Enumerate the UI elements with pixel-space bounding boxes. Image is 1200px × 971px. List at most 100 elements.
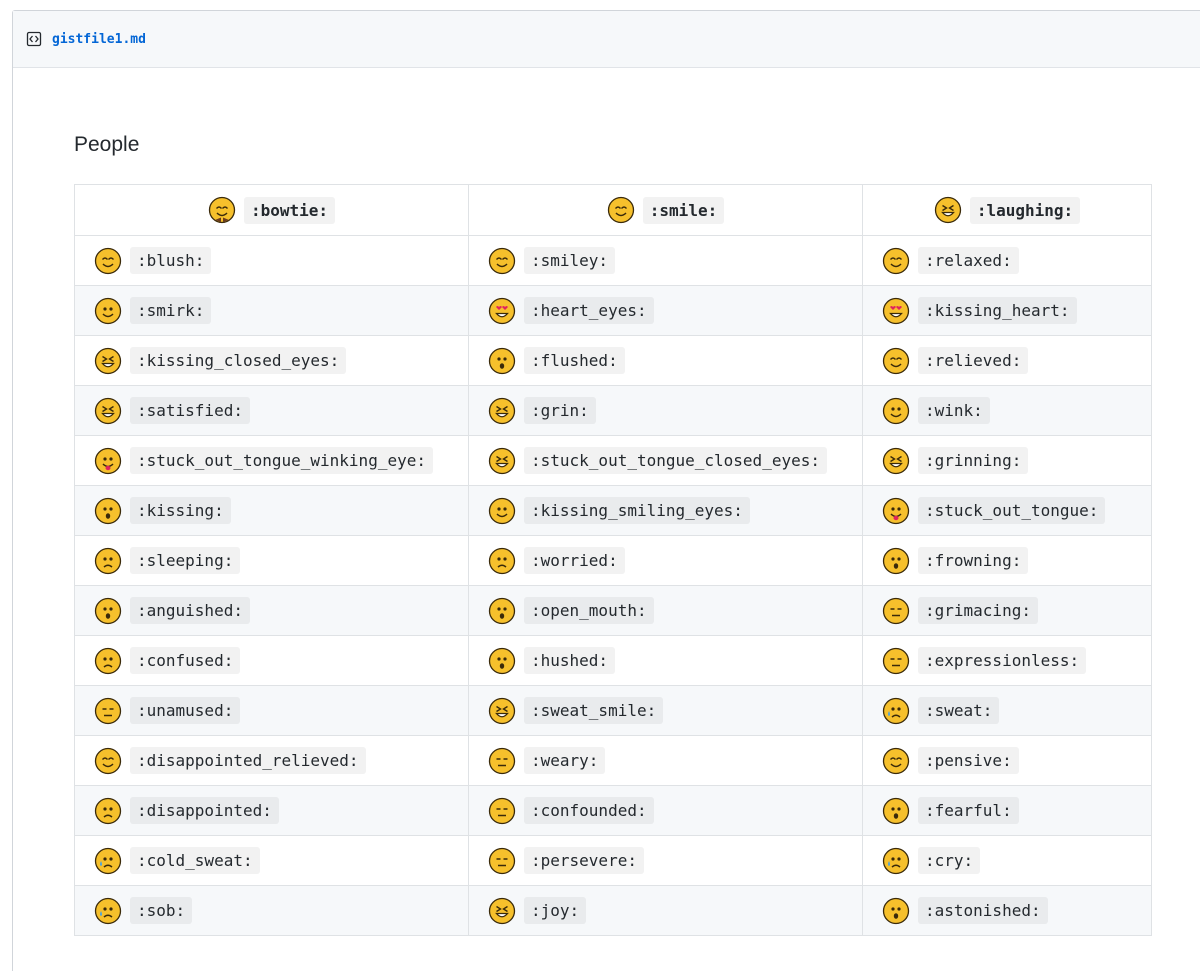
kissing-heart-emoji-icon	[882, 297, 910, 325]
frowning-emoji-icon	[882, 547, 910, 575]
emoji-code: :kissing_smiling_eyes:	[524, 497, 750, 524]
emoji-code: :sweat:	[918, 697, 1000, 724]
anguished-emoji-icon	[94, 597, 122, 625]
table-cell: :sweat_smile:	[468, 685, 863, 736]
emoji-code: :stuck_out_tongue:	[918, 497, 1106, 524]
emoji-code: :disappointed:	[130, 797, 279, 824]
table-cell: :joy:	[468, 885, 863, 936]
relaxed-emoji-icon	[882, 247, 910, 275]
unamused-emoji-icon	[94, 697, 122, 725]
stuck-out-tongue-emoji-icon	[882, 497, 910, 525]
emoji-code: :pensive:	[918, 747, 1019, 774]
cry-emoji-icon	[882, 847, 910, 875]
emoji-code: :hushed:	[524, 647, 616, 674]
table-row: :cold_sweat::persevere::cry:	[74, 835, 1152, 886]
cold-sweat-emoji-icon	[94, 847, 122, 875]
table-cell: :wink:	[862, 385, 1152, 436]
table-cell: :confused:	[74, 635, 469, 686]
table-cell: :smirk:	[74, 285, 469, 336]
emoji-code: :anguished:	[130, 597, 250, 624]
table-row: :sob: :joy: :astonished:	[74, 885, 1152, 936]
emoji-code: :flushed:	[524, 347, 625, 374]
emoji-code: :worried:	[524, 547, 625, 574]
table-cell: :weary:	[468, 735, 863, 786]
grin-emoji-icon	[488, 397, 516, 425]
table-row: :disappointed: :confounded: :fearful:	[74, 785, 1152, 836]
table-header-cell: :bowtie:	[74, 184, 469, 236]
kissing-closed-eyes-emoji-icon	[94, 347, 122, 375]
blush-emoji-icon	[94, 247, 122, 275]
table-cell: :expressionless:	[862, 635, 1152, 686]
table-row: :confused: :hushed: :expressionless:	[74, 635, 1152, 686]
astonished-emoji-icon	[882, 897, 910, 925]
emoji-code: :sweat_smile:	[524, 697, 664, 724]
emoji-code: :laughing:	[969, 196, 1081, 224]
emoji-code: :smiley:	[524, 247, 616, 274]
hushed-emoji-icon	[488, 647, 516, 675]
flushed-emoji-icon	[488, 347, 516, 375]
table-cell: :hushed:	[468, 635, 863, 686]
table-row: :sleeping: :worried: :frowning:	[74, 535, 1152, 586]
table-cell: :kissing:	[74, 485, 469, 536]
file-header: gistfile1.md	[13, 11, 1200, 68]
table-cell: :stuck_out_tongue_winking_eye:	[74, 435, 469, 486]
stuck-out-tongue-winking-eye-emoji-icon	[94, 447, 122, 475]
emoji-code: :fearful:	[918, 797, 1019, 824]
table-cell: :disappointed:	[74, 785, 469, 836]
table-cell: :relieved:	[862, 335, 1152, 386]
emoji-code: :smile:	[642, 196, 725, 224]
emoji-code: :cold_sweat:	[130, 847, 260, 874]
emoji-code: :sob:	[130, 897, 193, 924]
table-cell: :grin:	[468, 385, 863, 436]
table-cell: :grimacing:	[862, 585, 1152, 636]
emoji-code: :sleeping:	[130, 547, 241, 574]
emoji-code: :stuck_out_tongue_closed_eyes:	[524, 447, 827, 474]
emoji-code: :heart_eyes:	[524, 297, 654, 324]
table-header-cell: :laughing:	[862, 184, 1152, 236]
table-cell: :kissing_closed_eyes:	[74, 335, 469, 386]
grinning-emoji-icon	[882, 447, 910, 475]
table-row: :blush::smiley::relaxed:	[74, 235, 1152, 286]
disappointed-relieved-emoji-icon	[94, 747, 122, 775]
table-cell: :sweat:	[862, 685, 1152, 736]
kissing-smiling-eyes-emoji-icon	[488, 497, 516, 525]
table-cell: :confounded:	[468, 785, 863, 836]
emoji-code: :astonished:	[918, 897, 1048, 924]
emoji-code: :frowning:	[918, 547, 1029, 574]
table-row: :kissing: :kissing_smiling_eyes: :stuck_ou…	[74, 485, 1152, 536]
satisfied-emoji-icon	[94, 397, 122, 425]
emoji-code: :expressionless:	[918, 647, 1087, 674]
table-cell: :cold_sweat:	[74, 835, 469, 886]
wink-emoji-icon	[882, 397, 910, 425]
table-cell: :sob:	[74, 885, 469, 936]
table-cell: :sleeping:	[74, 535, 469, 586]
persevere-emoji-icon	[488, 847, 516, 875]
table-cell: :astonished:	[862, 885, 1152, 936]
table-cell: :stuck_out_tongue:	[862, 485, 1152, 536]
smile-icon	[607, 196, 635, 224]
confounded-emoji-icon	[488, 797, 516, 825]
table-cell: :cry:	[862, 835, 1152, 886]
emoji-code: :confused:	[130, 647, 241, 674]
sob-emoji-icon	[94, 897, 122, 925]
sweat-emoji-icon	[882, 697, 910, 725]
emoji-code: :confounded:	[524, 797, 654, 824]
table-row: :kissing_closed_eyes: :flushed: :relieved:	[74, 335, 1152, 386]
emoji-table: :bowtie: :smile: :laughing: :blush::smil…	[74, 184, 1152, 936]
emoji-code: :cry:	[918, 847, 981, 874]
kissing-emoji-icon	[94, 497, 122, 525]
emoji-code: :relaxed:	[918, 247, 1019, 274]
emoji-code: :weary:	[524, 747, 606, 774]
open-mouth-emoji-icon	[488, 597, 516, 625]
file-name-link[interactable]: gistfile1.md	[52, 32, 146, 47]
table-cell: :heart_eyes:	[468, 285, 863, 336]
emoji-code: :kissing_heart:	[918, 297, 1077, 324]
emoji-code: :grinning:	[918, 447, 1029, 474]
code-file-icon	[26, 31, 42, 47]
table-cell: :frowning:	[862, 535, 1152, 586]
emoji-code: :joy:	[524, 897, 587, 924]
table-row: :stuck_out_tongue_winking_eye: :stuck_out…	[74, 435, 1152, 486]
table-row: :unamused: :sweat_smile: :sweat:	[74, 685, 1152, 736]
pensive-emoji-icon	[882, 747, 910, 775]
emoji-code: :unamused:	[130, 697, 241, 724]
